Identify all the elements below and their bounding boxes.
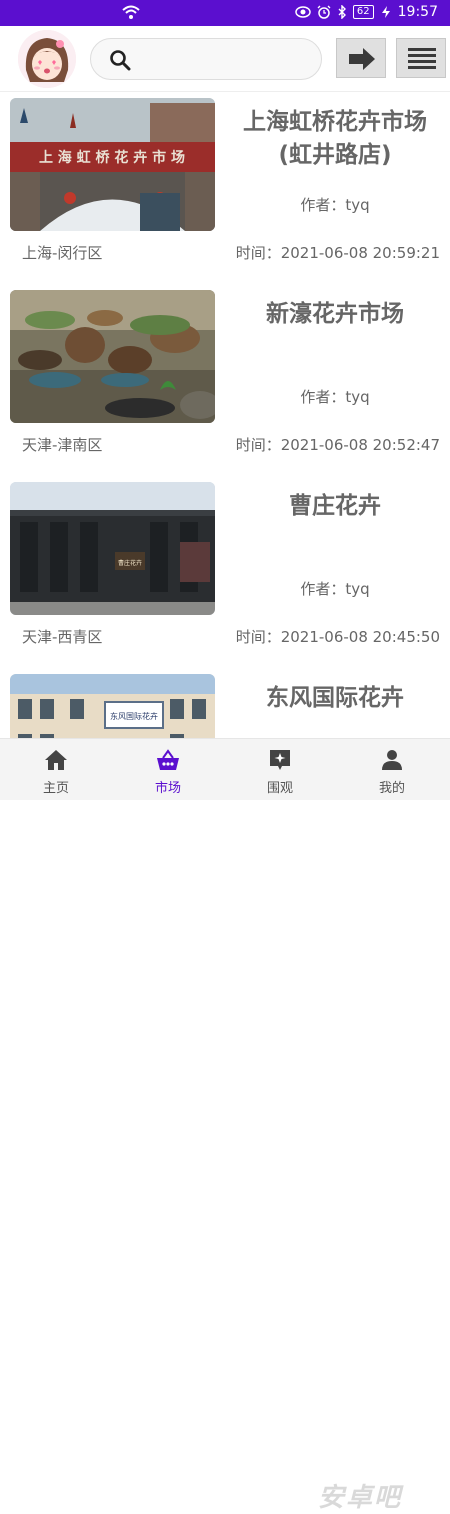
market-building-photo-4: 东风国际花卉 bbox=[10, 674, 215, 738]
market-author: 作者：tyq bbox=[300, 388, 370, 406]
market-author: 作者：tyq bbox=[300, 196, 370, 214]
sparkle-chat-icon bbox=[270, 750, 290, 770]
bottom-nav: 主页 市场 围观 我的 安卓吧 bbox=[0, 738, 450, 1513]
nav-item-market[interactable]: 市场 bbox=[112, 739, 224, 801]
market-location: 天津-西青区 bbox=[22, 628, 103, 646]
bluetooth-icon bbox=[338, 5, 346, 19]
market-title: 上海虹桥花卉市场(虹井路店) bbox=[243, 109, 427, 168]
market-title: 曹庄花卉 bbox=[289, 493, 381, 519]
market-location: 天津-津南区 bbox=[22, 436, 103, 454]
forward-button[interactable] bbox=[336, 38, 386, 78]
alarm-icon bbox=[317, 5, 331, 19]
market-time: 时间：2021-06-08 20:52:47 bbox=[235, 436, 440, 454]
nav-label: 我的 bbox=[378, 781, 405, 796]
nav-item-watch[interactable]: 围观 bbox=[224, 739, 336, 801]
market-time: 时间：2021-06-08 20:45:50 bbox=[235, 628, 440, 646]
header bbox=[0, 26, 450, 92]
wifi-icon bbox=[122, 5, 140, 19]
search-icon bbox=[110, 50, 131, 71]
nav-label: 市场 bbox=[154, 781, 181, 796]
building-sign-text: 东风国际花卉 bbox=[110, 711, 158, 721]
market-title: 新濠花卉市场 bbox=[266, 301, 404, 327]
avatar[interactable] bbox=[18, 30, 76, 88]
battery-level: 62 bbox=[352, 5, 374, 19]
nav-item-home[interactable]: 主页 bbox=[0, 739, 112, 801]
charging-icon bbox=[381, 6, 390, 18]
market-location: 上海-闵行区 bbox=[22, 244, 103, 262]
market-building-photo-3: 曹庄花卉 bbox=[10, 482, 215, 615]
menu-button[interactable] bbox=[396, 38, 446, 78]
status-bar: 62 19:57 bbox=[0, 0, 450, 26]
nav-label: 主页 bbox=[42, 781, 69, 796]
market-photo: 曹庄花卉 bbox=[10, 482, 215, 615]
building-sign-text: 曹庄花卉 bbox=[118, 559, 142, 567]
market-gate-photo-1: 上 海 虹 桥 花 卉 市 场 bbox=[10, 98, 215, 231]
basket-icon bbox=[157, 749, 179, 770]
market-photo: 东风国际花卉 bbox=[10, 674, 215, 738]
market-card[interactable]: 上 海 虹 桥 花 卉 市 场 上海虹桥花卉市场(虹井路店) 作者：tyq 上海… bbox=[0, 92, 450, 284]
clock: 19:57 bbox=[397, 4, 438, 20]
person-icon bbox=[382, 750, 402, 770]
nav-item-mine[interactable]: 我的 bbox=[336, 739, 448, 801]
market-card[interactable]: 东风国际花卉 东风国际花卉 bbox=[0, 668, 450, 738]
market-list[interactable]: 上 海 虹 桥 花 卉 市 场 上海虹桥花卉市场(虹井路店) 作者：tyq 上海… bbox=[0, 92, 450, 738]
market-plants-photo-2 bbox=[10, 290, 215, 423]
market-photo: 上 海 虹 桥 花 卉 市 场 bbox=[10, 98, 215, 231]
eye-icon bbox=[295, 6, 311, 18]
search-input[interactable] bbox=[90, 38, 322, 80]
hamburger-menu-icon bbox=[408, 48, 436, 69]
market-author: 作者：tyq bbox=[300, 580, 370, 598]
gate-sign-text: 上 海 虹 桥 花 卉 市 场 bbox=[39, 149, 185, 166]
market-card[interactable]: 新濠花卉市场 作者：tyq 天津-津南区 时间：2021-06-08 20:52… bbox=[0, 284, 450, 476]
market-time: 时间：2021-06-08 20:59:21 bbox=[235, 244, 440, 262]
cartoon-girl-avatar-icon bbox=[18, 30, 76, 88]
market-title: 东风国际花卉 bbox=[266, 685, 404, 711]
home-icon bbox=[45, 750, 67, 770]
nav-label: 围观 bbox=[266, 781, 293, 796]
market-card[interactable]: 曹庄花卉 曹庄花卉 作者：tyq 天津-西青区 时间：2021-06-08 20… bbox=[0, 476, 450, 668]
watermark: 安卓吧 bbox=[318, 1483, 403, 1513]
market-photo bbox=[10, 290, 215, 423]
arrow-right-icon bbox=[349, 48, 375, 70]
